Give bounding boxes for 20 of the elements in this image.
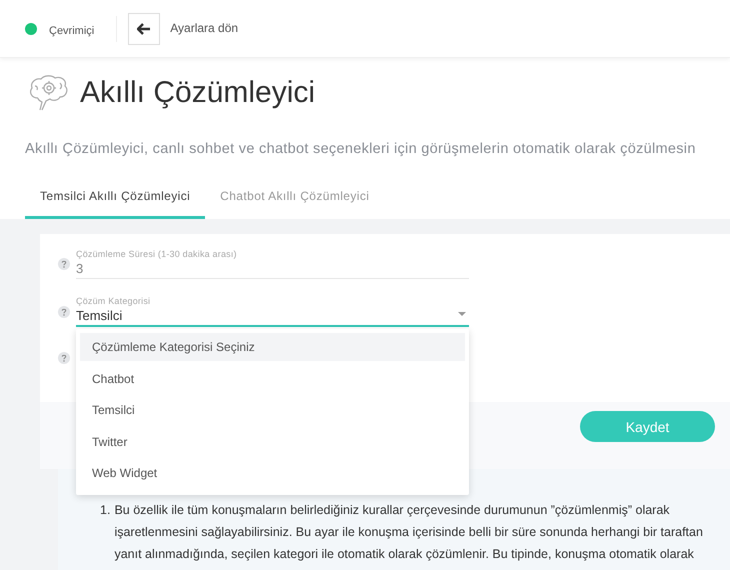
select-field[interactable]: Çözüm Kategorisi Temsilci <box>76 296 469 327</box>
caret-icon <box>458 312 466 316</box>
page-title: Akıllı Çözümleyici <box>80 76 316 110</box>
left-arrow-icon <box>137 22 152 34</box>
page-description: Akıllı Çözümleyici, canlı sohbet ve chatbot seçenekleri için görüşmelerin otomatik olarak çözülmesin <box>25 141 697 157</box>
input-field[interactable]: Çözümleme Süresi (1-30 dakika arası) 3 <box>76 249 469 279</box>
dropdown-option[interactable]: Twitter <box>80 428 465 456</box>
back-link[interactable]: Ayarlara dön <box>170 20 238 34</box>
dropdown-option[interactable]: Chatbot <box>80 364 465 392</box>
help-icon[interactable] <box>58 352 70 364</box>
list-number: 1. <box>100 502 110 519</box>
back-button[interactable] <box>128 12 160 44</box>
brain-gear-icon <box>28 74 70 112</box>
help-icon[interactable] <box>58 258 70 270</box>
status-label: Çevrimiçi <box>49 24 94 36</box>
help-icon[interactable] <box>58 306 70 318</box>
dropdown-option[interactable]: Çözümleme Kategorisi Seçiniz <box>80 333 465 361</box>
dropdown-option[interactable]: Web Widget <box>80 459 465 487</box>
info-paragraph: Bu özellik ile tüm konuşmaların belirlediğiniz kurallar çerçevesinde durumunun ”çözümlenmiş” olarak işaretlenmesini sağlayabilirsiniz. Bu ayar ile konuşma içerisinde belli bir süre sonunda herhangi bir taraftan yanıt alınmadığında, seçilen kategori ile otomatik olarak çözümlenir. Bu tipinde, konuşma otomatik olarak <box>114 502 704 563</box>
dropdown-option[interactable]: Temsilci <box>80 396 465 424</box>
